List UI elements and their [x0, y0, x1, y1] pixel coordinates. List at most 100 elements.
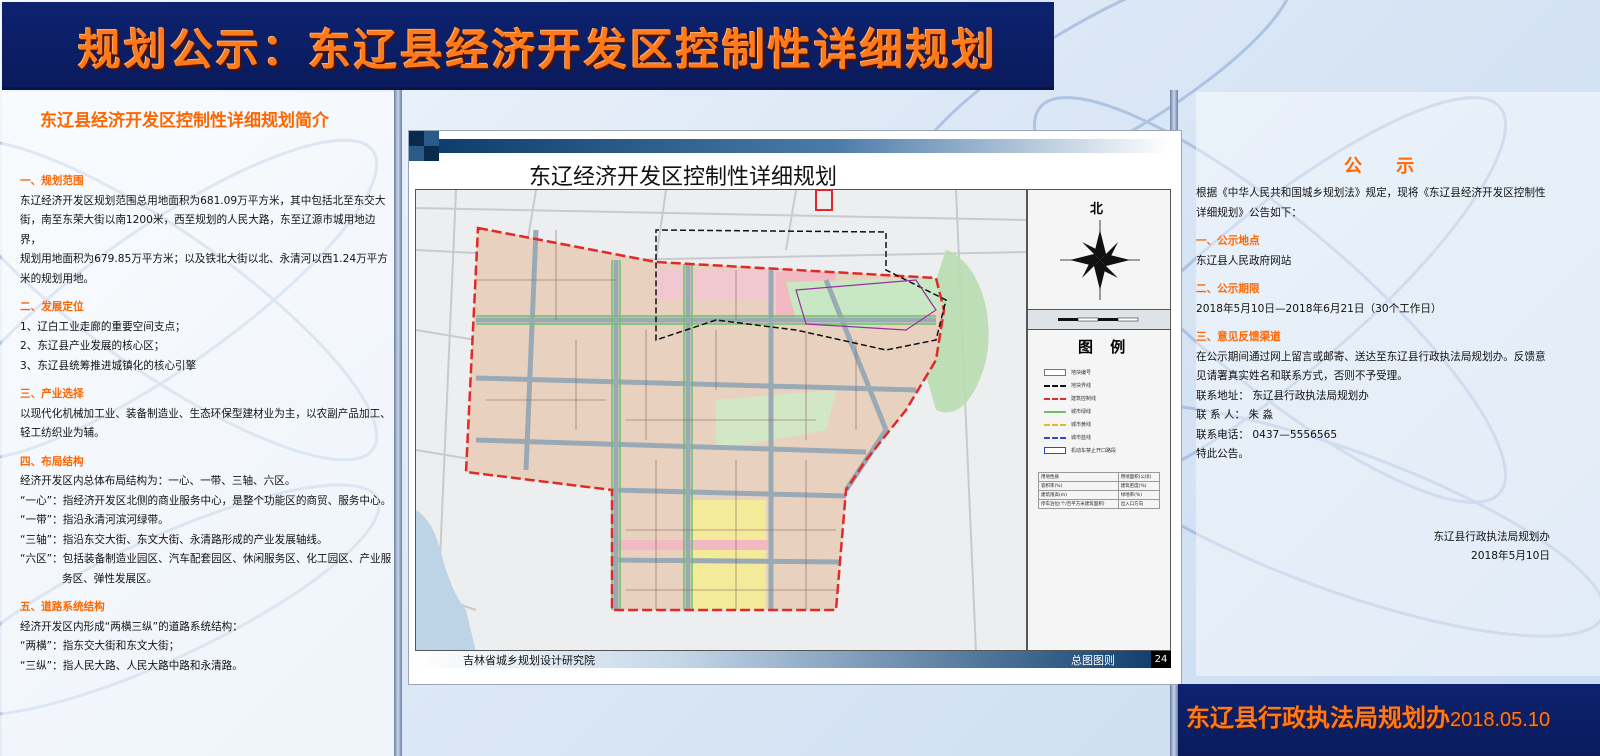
notice-section-heading: 二、公示期限	[1196, 283, 1260, 295]
page-number: 24	[1151, 651, 1171, 668]
table-row: 停车泊位(个/百平方米建筑面积) 出入口方向	[1038, 499, 1161, 509]
legend-item-label: 城市黄线	[1071, 422, 1092, 428]
notice-text-line: 见请署真实姓名和联系方式，否则不予受理。	[1196, 370, 1408, 382]
table-cell: 建筑限高(m)	[1038, 490, 1119, 500]
legend-swatch	[1044, 436, 1066, 439]
notice-panel: 公 示 根据《中华人民共和国城乡规划法》规定，现将《东辽县经济开发区控制性 详细…	[1196, 92, 1600, 676]
intro-text-line: 务区、弹性发展区。	[62, 572, 158, 585]
legend-item-label: 机动车禁止开口路段	[1071, 448, 1117, 454]
legend-item: 建筑控制线	[1044, 392, 1164, 405]
legend-swatch	[1044, 447, 1066, 454]
table-row: 建筑限高(m) 绿地率(%)	[1038, 490, 1161, 500]
notice-text-line: 根据《中华人民共和国城乡规划法》规定，现将《东辽县经济开发区控制性	[1196, 187, 1546, 199]
intro-section-heading: 二、发展定位	[20, 301, 84, 313]
footer-date: 2018.05.10	[1450, 709, 1551, 731]
contact-phone: 联系电话： 0437—5556565	[1196, 428, 1338, 441]
map-header-bar	[417, 139, 1171, 153]
notice-text-line: 2018年5月10日—2018年6月21日（30个工作日）	[1196, 302, 1442, 315]
planning-map-board: 东辽经济开发区控制性详细规划 北 图 例 地块编号 地块界线 建筑控制线 城市绿…	[408, 130, 1182, 685]
intro-text-line: “三纵”：指人民大路、人民大路中路和永清路。	[20, 659, 243, 672]
scale-bar	[1028, 310, 1170, 330]
legend-swatch	[1044, 369, 1066, 376]
intro-section-heading: 三、产业选择	[20, 388, 84, 400]
footer-banner: 东辽县行政执法局规划办2018.05.10	[1178, 684, 1600, 756]
legend-item: 地块界线	[1044, 379, 1164, 392]
institute-logo-icon	[409, 131, 439, 161]
intro-text-line: 街，南至东荣大街以南1200米，西至规划的人民大路，东至辽源市城用地边界，	[20, 214, 376, 246]
intro-body: 一、规划范围 东辽经济开发区规划范围总用地面积为681.09万平方米，其中包括北…	[20, 172, 392, 676]
intro-text-line: 以现代化机械加工业、装备制造业、生态环保型建材业为主，以农副产品加工、	[20, 407, 391, 420]
table-cell: 出入口方向	[1117, 499, 1161, 509]
legend-item-label: 地块编号	[1071, 370, 1092, 376]
intro-text-line: “三轴”：指沿东交大街、东文大街、永清路形成的产业发展轴线。	[20, 533, 328, 546]
contact-address: 联系地址： 东辽县行政执法局规划办	[1196, 389, 1369, 402]
notice-body: 根据《中华人民共和国城乡规划法》规定，现将《东辽县经济开发区控制性 详细规划》公…	[1196, 184, 1546, 465]
intro-text-line: 经济开发区内形成“两横三纵”的道路系统结构：	[20, 620, 243, 633]
page-title: 规划公示：东辽县经济开发区控制性详细规划	[78, 26, 998, 76]
table-row: 容积率(%) 建筑密度(%)	[1038, 481, 1161, 491]
table-cell: 用地面积(公顷)	[1117, 472, 1161, 482]
north-label: 北	[1090, 202, 1104, 217]
legend-item: 地块编号	[1044, 366, 1164, 379]
footer-text: 东辽县行政执法局规划办2018.05.10	[1186, 698, 1550, 733]
intro-text-line: “两横”：指东交大街和东文大街；	[20, 640, 180, 652]
table-cell: 用地性质	[1038, 472, 1119, 482]
header-banner: 规划公示：东辽县经济开发区控制性详细规划	[2, 2, 1054, 90]
legend-item-label: 城市绿线	[1071, 409, 1092, 415]
legend-item: 机动车禁止开口路段	[1044, 444, 1164, 457]
map-legend-panel: 北 图 例 地块编号 地块界线 建筑控制线 城市绿线 城市黄线 城市蓝线 机动车…	[1027, 189, 1171, 651]
table-cell: 停车泊位(个/百平方米建筑面积)	[1038, 499, 1119, 509]
notice-heading: 公 示	[1344, 156, 1429, 177]
notice-section-heading: 一、公示地点	[1196, 235, 1260, 247]
legend-list: 地块编号 地块界线 建筑控制线 城市绿线 城市黄线 城市蓝线 机动车禁止开口路段	[1044, 366, 1164, 457]
legend-item: 城市蓝线	[1044, 431, 1164, 444]
footer-org: 东辽县行政执法局规划办	[1186, 703, 1450, 732]
contact-person: 联 系 人： 朱 淼	[1196, 409, 1274, 421]
signature-org: 东辽县行政执法局规划办	[1433, 531, 1550, 543]
notice-text-line: 详细规划》公告如下：	[1196, 206, 1302, 219]
intro-text-line: “一心”：指经济开发区北侧的商业服务中心，是整个功能区的商贸、服务中心。	[20, 494, 392, 507]
intro-text-line: “一带”：指沿永清河滨河绿带。	[20, 514, 169, 526]
intro-panel: 东辽县经济开发区控制性详细规划简介 一、规划范围 东辽经济开发区规划范围总用地面…	[2, 92, 394, 756]
design-institute-name: 吉林省城乡规划设计研究院	[463, 654, 595, 667]
table-cell: 建筑密度(%)	[1117, 481, 1161, 491]
map-title: 东辽经济开发区控制性详细规划	[529, 165, 838, 190]
scale-bar-graphic	[1058, 317, 1139, 322]
intro-text-line: 经济开发区内总体布局结构为：一心、一带、三轴、六区。	[20, 475, 296, 487]
legend-swatch	[1044, 423, 1066, 426]
legend-title: 图 例	[1078, 338, 1132, 356]
intro-text-line: 2、东辽县产业发展的核心区；	[20, 340, 165, 352]
legend-swatch	[1044, 384, 1066, 387]
notice-signature: 东辽县行政执法局规划办 2018年5月10日	[1410, 528, 1550, 566]
parcel-index-table: 用地性质 用地面积(公顷) 容积率(%) 建筑密度(%) 建筑限高(m) 绿地率…	[1038, 472, 1161, 509]
legend-item: 城市黄线	[1044, 418, 1164, 431]
divider-pillar	[394, 90, 402, 756]
land-use-map-graphic	[416, 190, 1026, 650]
intro-text-line: 东辽经济开发区规划范围总用地面积为681.09万平方米，其中包括北至东交大	[20, 194, 386, 207]
intro-section-heading: 一、规划范围	[20, 175, 84, 187]
intro-text-line: 1、辽白工业走廊的重要空间支点；	[20, 320, 186, 333]
notice-section-heading: 三、意见反馈渠道	[1196, 331, 1281, 343]
intro-text-line: 米的规划用地。	[20, 272, 95, 285]
intro-section-heading: 四、布局结构	[20, 455, 84, 468]
drawing-name: 总图图则	[1071, 654, 1115, 667]
signature-date: 2018年5月10日	[1471, 550, 1550, 562]
intro-section-heading: 五、道路系统结构	[20, 601, 105, 613]
intro-title: 东辽县经济开发区控制性详细规划简介	[40, 111, 329, 131]
legend-item: 城市绿线	[1044, 405, 1164, 418]
map-footer-bar: 吉林省城乡规划设计研究院 总图图则 24	[415, 651, 1171, 668]
notice-text-line: 在公示期间通过网上留言或邮寄、送达至东辽县行政执法局规划办。反馈意	[1196, 350, 1546, 363]
legend-swatch	[1044, 410, 1066, 413]
intro-text-line: 规划用地面积为679.85万平方米；以及铁北大街以北、永清河以西1.24万平方	[20, 253, 388, 265]
north-arrow-box: 北	[1028, 190, 1170, 310]
table-cell: 容积率(%)	[1038, 481, 1119, 491]
legend-item-label: 建筑控制线	[1071, 396, 1097, 402]
legend-swatch	[1044, 397, 1066, 400]
intro-text-line: 3、东辽县统筹推进城镇化的核心引擎	[20, 359, 197, 372]
north-arrow-icon	[1060, 220, 1140, 300]
intro-text-line: 轻工纺织业为辅。	[20, 427, 105, 439]
land-use-map	[415, 189, 1027, 651]
notice-text-line: 东辽县人民政府网站	[1196, 254, 1292, 267]
notice-text-line: 特此公告。	[1196, 448, 1249, 460]
table-row: 用地性质 用地面积(公顷)	[1038, 472, 1161, 482]
